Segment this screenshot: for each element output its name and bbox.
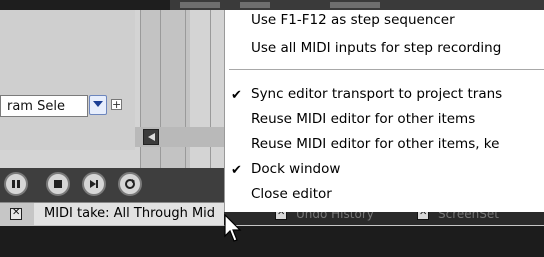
next-icon[interactable] [82,172,106,196]
repeat-icon[interactable] [118,172,142,196]
menu-item-reuse-midi-editor-keep[interactable]: Reuse MIDI editor for other items, ke [251,136,499,152]
menu-item-dock-window[interactable]: Dock window [251,161,340,177]
menu-item-all-midi-inputs-step-recording[interactable]: Use all MIDI inputs for step recording [251,40,501,56]
arrow-left-icon[interactable] [143,129,159,145]
stop-icon[interactable] [46,172,70,196]
check-icon: ✔ [231,88,242,103]
context-menu: Use F1-F12 as step sequencer Use all MID… [224,10,544,212]
menu-item-reuse-midi-editor[interactable]: Reuse MIDI editor for other items [251,111,475,127]
piano-roll-panel[interactable] [0,10,135,150]
transport-bar [0,168,224,202]
pause-icon[interactable] [4,172,28,196]
menu-item-sync-editor-transport[interactable]: Sync editor transport to project trans [251,86,502,102]
cursor-pointer-icon [224,214,242,242]
menu-item-f1-f12-step-sequencer[interactable]: Use F1-F12 as step sequencer [251,12,455,28]
menu-item-close-editor[interactable]: Close editor [251,186,332,202]
program-select[interactable]: ram Sele [0,95,88,117]
menu-separator-highlight [229,70,544,71]
close-icon[interactable]: ✕ [10,207,22,220]
program-select-value: ram Sele [7,99,65,114]
expand-plus-icon[interactable]: + [111,99,122,110]
bottom-dark-area [0,226,544,257]
plus-glyph: + [112,98,122,111]
chevron-down-icon[interactable] [89,95,107,115]
tab-midi-take-label: MIDI take: All Through Mid [44,206,216,221]
check-icon: ✔ [231,163,242,178]
